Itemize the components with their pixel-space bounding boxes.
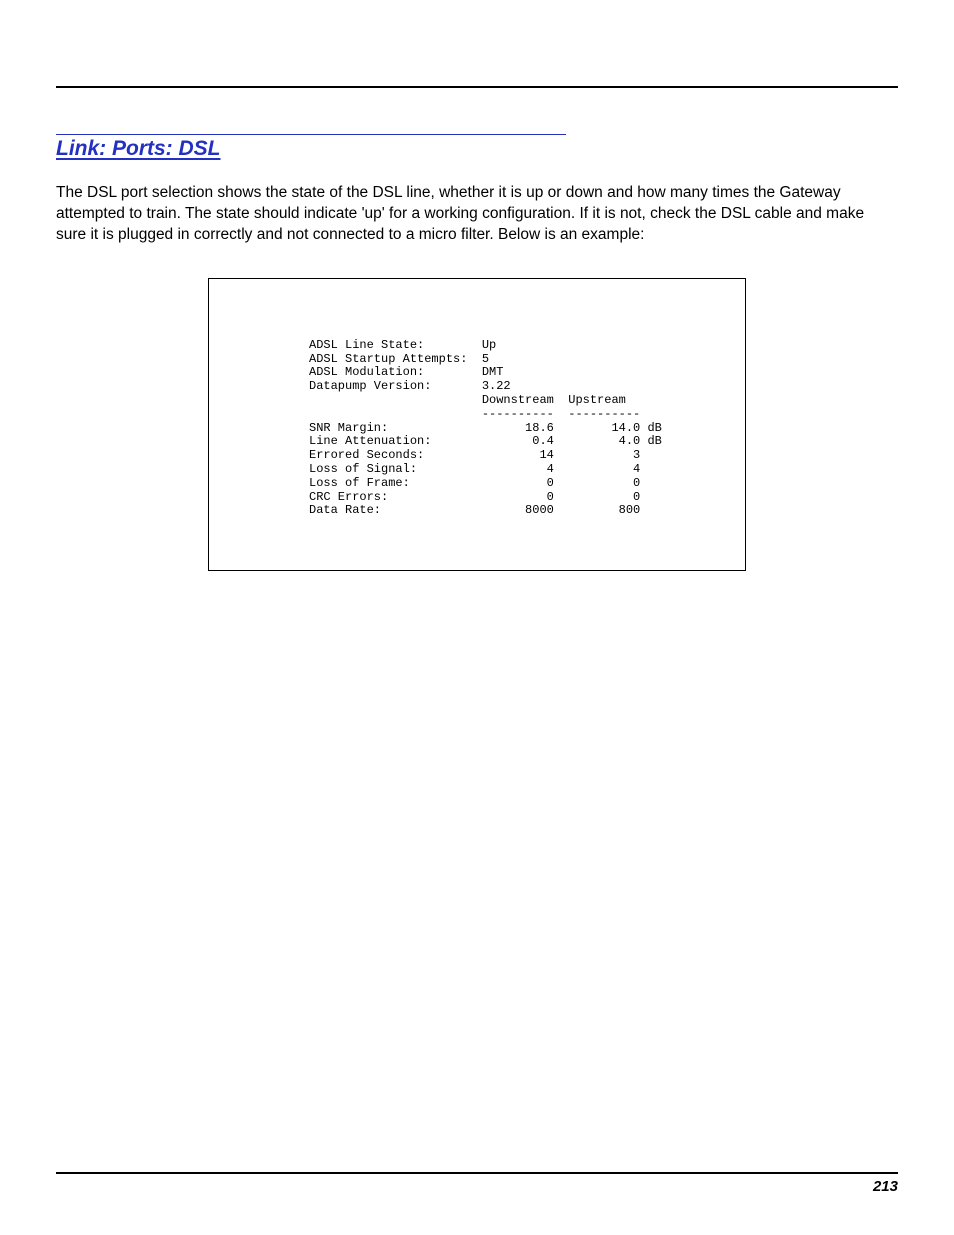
heading-block: Link: Ports: DSL: [56, 134, 898, 161]
top-divider: [56, 86, 898, 88]
footer-divider: [56, 1172, 898, 1174]
page-number: 213: [56, 1178, 898, 1195]
page-footer: 213: [56, 1172, 898, 1195]
terminal-output-box: ADSL Line State: Up ADSL Startup Attempt…: [208, 278, 746, 571]
body-paragraph: The DSL port selection shows the state o…: [56, 183, 898, 246]
section-heading: Link: Ports: DSL: [56, 137, 221, 160]
document-page: Link: Ports: DSL The DSL port selection …: [0, 0, 954, 1235]
heading-overline: [56, 134, 566, 135]
terminal-output: ADSL Line State: Up ADSL Startup Attempt…: [309, 339, 725, 518]
